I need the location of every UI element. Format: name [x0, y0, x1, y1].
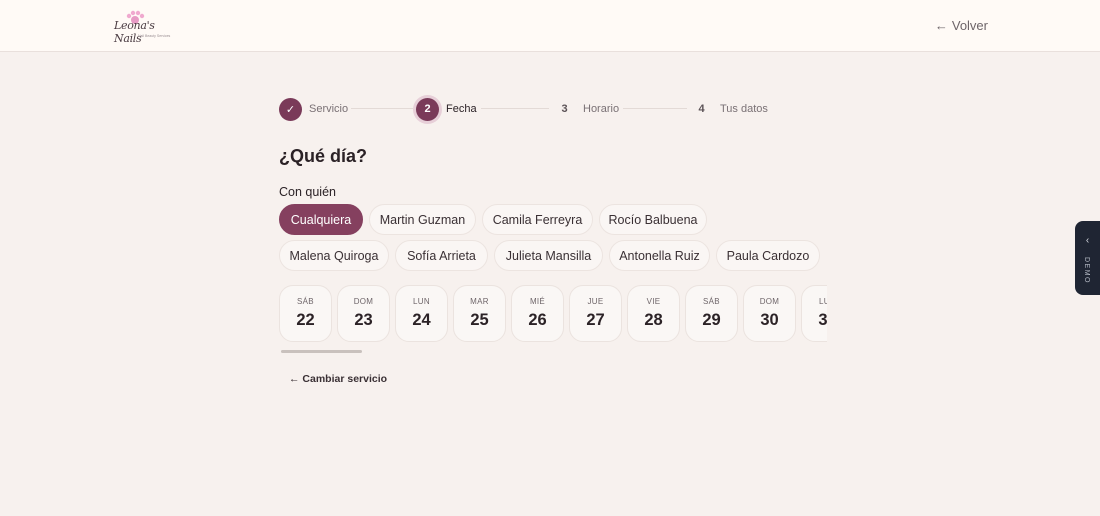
day-of-week: DOM [759, 297, 780, 306]
top-bar: Leona's Nails Nail Beauty Services ← Volv… [0, 0, 1100, 52]
brand-logo[interactable]: Leona's Nails Nail Beauty Services [108, 10, 182, 45]
staff-chip-rocio-balbuena[interactable]: Rocío Balbuena [599, 204, 707, 235]
demo-panel-toggle[interactable]: ‹ DEMO [1075, 221, 1100, 295]
day-card[interactable]: SÁB 22 [279, 285, 332, 342]
step-label: Servicio [309, 103, 349, 115]
staff-chip-malena-quiroga[interactable]: Malena Quiroga [279, 240, 389, 271]
staff-chip-paula-cardozo[interactable]: Paula Cardozo [716, 240, 820, 271]
step-connector [351, 108, 413, 109]
day-number: 26 [528, 311, 547, 329]
day-card[interactable]: MAR 25 [453, 285, 506, 342]
day-of-week: SÁB [703, 297, 720, 306]
step-connector [481, 108, 549, 109]
step-fecha: 2 Fecha [416, 97, 477, 121]
page-title: ¿Qué día? [279, 146, 368, 166]
day-card[interactable]: MIÉ 26 [511, 285, 564, 342]
step-label: Horario [583, 103, 620, 115]
day-card[interactable]: VIE 28 [627, 285, 680, 342]
day-of-week: VIE [646, 297, 661, 306]
staff-chip-cualquiera[interactable]: Cualquiera [279, 204, 363, 235]
day-number: 28 [644, 311, 663, 329]
day-card[interactable]: DOM 23 [337, 285, 390, 342]
logo-subtext: Nail Beauty Services [138, 34, 171, 38]
step-label: Tus datos [720, 103, 768, 115]
date-carousel[interactable]: SÁB 22 DOM 23 LUN 24 MAR 25 MIÉ 26 JUE 2… [279, 285, 827, 343]
demo-label: DEMO [1083, 257, 1090, 284]
back-arrow-icon: ← [934, 18, 948, 33]
staff-chip-martin-guzman[interactable]: Martin Guzman [369, 204, 476, 235]
logo-text: Leona's Nails [114, 19, 155, 45]
day-card[interactable]: JUE 27 [569, 285, 622, 342]
day-of-week: JUE [587, 297, 604, 306]
step-tus-datos: 4 Tus datos [690, 97, 768, 121]
day-number: 24 [412, 311, 431, 329]
staff-chip-camila-ferreyra[interactable]: Camila Ferreyra [482, 204, 593, 235]
check-icon: ✓ [279, 97, 302, 121]
step-horario: 3 Horario [553, 97, 619, 121]
day-card[interactable]: DOM 30 [743, 285, 796, 342]
day-of-week: DOM [353, 297, 374, 306]
day-number: 23 [354, 311, 373, 329]
staff-chip-julieta-mansilla[interactable]: Julieta Mansilla [494, 240, 603, 271]
step-label: Fecha [446, 103, 477, 115]
back-link[interactable]: ← Volver [935, 18, 988, 33]
staff-section-label: Con quién [279, 185, 336, 199]
chevron-left-icon: ‹ [1085, 235, 1090, 246]
day-number: 31 [818, 311, 827, 329]
day-card[interactable]: LUN 31 [801, 285, 827, 342]
staff-chip-antonella-ruiz[interactable]: Antonella Ruiz [609, 240, 710, 271]
step-number: 4 [698, 103, 705, 115]
day-number: 22 [296, 311, 315, 329]
step-connector [623, 108, 687, 109]
booking-stepper: ✓ Servicio 2 Fecha 3 Horario 4 Tus datos [279, 97, 819, 121]
day-of-week: LUN [413, 297, 430, 306]
day-number: 25 [470, 311, 489, 329]
day-of-week: MAR [470, 297, 489, 306]
day-of-week: MIÉ [529, 297, 546, 306]
day-of-week: LUN [819, 297, 827, 306]
staff-chip-sofia-arrieta[interactable]: Sofía Arrieta [395, 240, 488, 271]
day-of-week: SÁB [297, 297, 314, 306]
day-number: 30 [760, 311, 779, 329]
step-servicio[interactable]: ✓ Servicio [279, 97, 348, 121]
step-number: 2 [416, 97, 439, 121]
back-label: Volver [951, 18, 988, 33]
day-number: 27 [586, 311, 605, 329]
day-card[interactable]: SÁB 29 [685, 285, 738, 342]
day-card[interactable]: LUN 24 [395, 285, 448, 342]
step-number: 3 [561, 103, 568, 115]
date-scrollbar[interactable] [281, 350, 362, 353]
day-number: 29 [702, 311, 721, 329]
change-service-link[interactable]: ← Cambiar servicio [289, 373, 387, 385]
